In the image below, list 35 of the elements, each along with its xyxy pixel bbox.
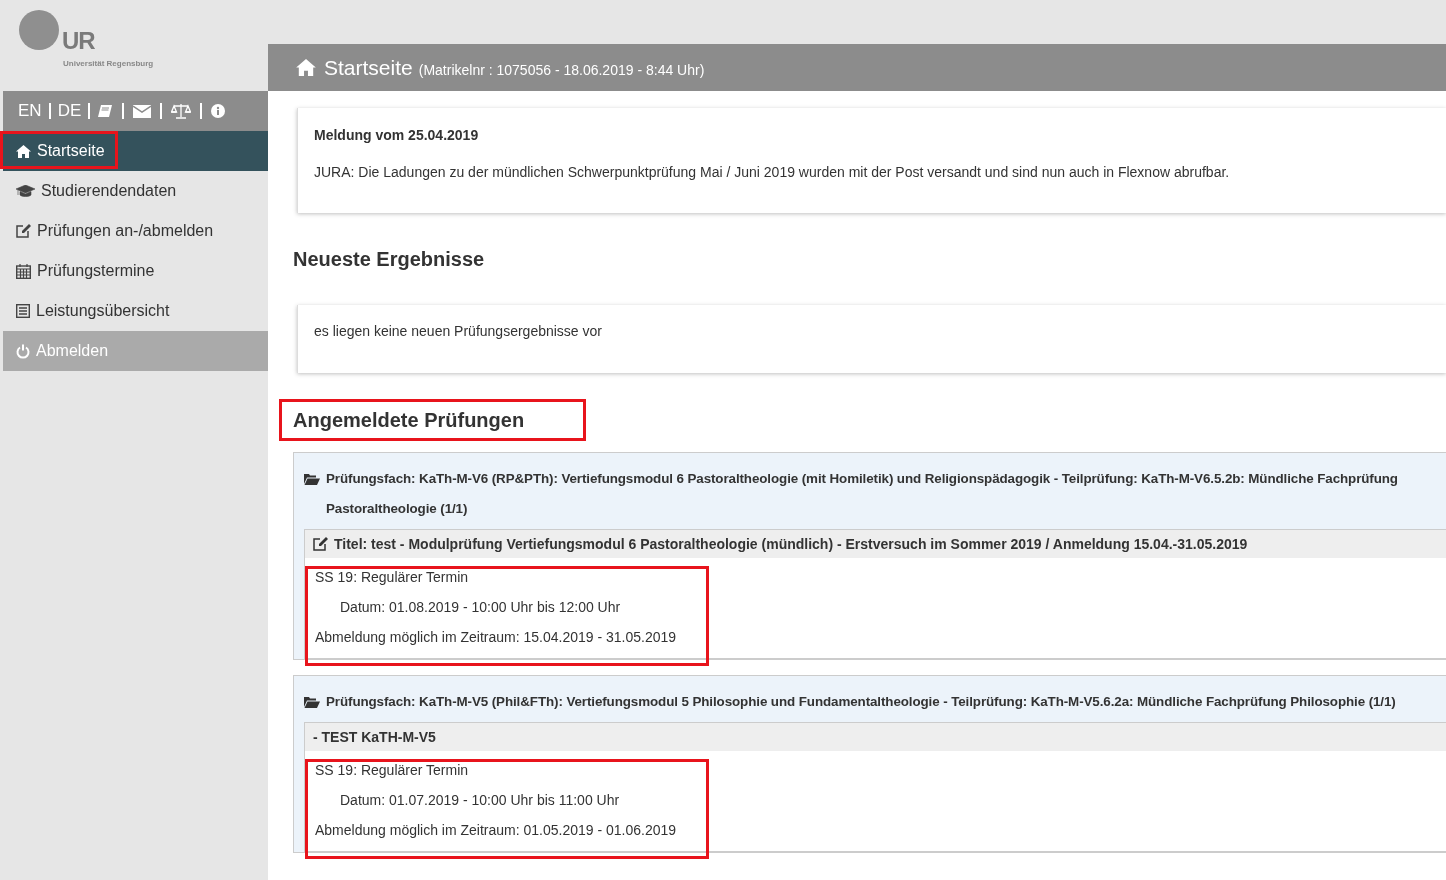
section-heading: Angemeldete Prüfungen (293, 408, 525, 432)
section-heading: Neueste Ergebnisse (293, 248, 486, 271)
deregistration-period: Abmeldung möglich im Zeitraum: 15.04.2019 - 31.05.2019 (315, 628, 678, 647)
term-name: SS 19: Regulärer Termin (315, 568, 470, 587)
notice-title: Meldung vom 25.04.2019 (314, 127, 480, 143)
mail-icon[interactable] (133, 104, 152, 118)
exam-title: - TEST KaTH-M-V5 (313, 729, 436, 745)
folder-icon (304, 696, 320, 708)
page-subtitle: (Matrikelnr : 1075056 - 18.06.2019 - 8:44 Uhr) (418, 60, 705, 78)
graduation-cap-icon (16, 184, 35, 198)
notice-text: JURA: Die Ladungen zu der mündlichen Schwerpunktprüfung Mai / Juni 2019 wurden mit der Post versandt und sind nun auch in Flexnow abrufbar. (314, 164, 1231, 180)
nav-item[interactable]: Startseite (3, 131, 268, 171)
folder-icon (304, 473, 320, 485)
deregistration-period: Abmeldung möglich im Zeitraum: 01.05.2019 - 01.06.2019 (315, 821, 678, 840)
exam-title: Titel: test - Modulprüfung Vertiefungsmodul 6 Pastoraltheologie (mündlich) - Erstversuch im Sommer 2019 / Anmeldung 15.04.-31.05.2019 (334, 536, 1248, 552)
nav-item[interactable]: Prüfungstermine (3, 251, 268, 291)
term-date: Datum: 01.07.2019 - 10:00 Uhr bis 11:00 Uhr (339, 791, 621, 810)
exam-subject-title: Prüfungsfach: KaTh-M-V6 (RP&PTh): Vertiefungsmodul 6 Pastoraltheologie (mit Homiletik) und Religionspädagogik - Teilprüfung: KaTh-M-V6.5.2b: Mündliche Fachprüfung Pastoraltheologie (1/1) (326, 470, 1399, 518)
list-icon (16, 304, 30, 318)
exam-subject-title: Prüfungsfach: KaTh-M-V5 (Phil&FTh): Vertiefungsmodul 5 Philosophie und Fundamentaltheologie - Teilprüfung: KaTh-M-V5.6.2a: Mündliche Fachprüfung Philosophie (1/1) (326, 693, 1397, 711)
home-icon (296, 59, 316, 76)
nav-item[interactable]: Studierendendaten (3, 171, 268, 211)
power-icon (16, 343, 30, 359)
term-date: Datum: 01.08.2019 - 10:00 Uhr bis 12:00 Uhr (339, 598, 622, 617)
info-icon[interactable] (211, 104, 226, 118)
book-icon[interactable] (97, 104, 114, 118)
nav-item[interactable]: Leistungsübersicht (3, 291, 268, 331)
calendar-icon (16, 263, 31, 279)
term-name: SS 19: Regulärer Termin (315, 761, 470, 780)
results-text: es liegen keine neuen Prüfungsergebnisse vor (314, 323, 603, 339)
home-icon (16, 144, 31, 158)
edit-icon (16, 224, 31, 238)
page-title: Startseite (324, 55, 413, 80)
nav-item[interactable]: Prüfungen an-/abmelden (3, 211, 268, 251)
scale-icon[interactable] (171, 103, 192, 119)
